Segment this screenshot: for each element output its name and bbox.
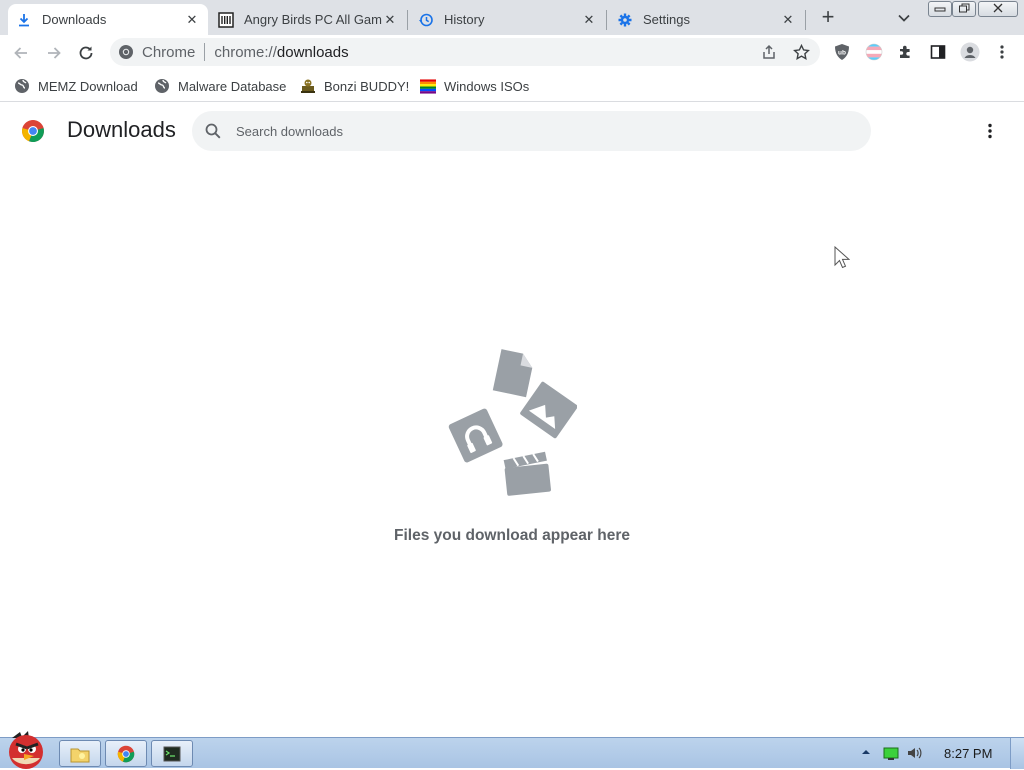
globe-icon <box>154 78 170 94</box>
close-tab-icon[interactable]: ✕ <box>184 12 200 28</box>
tab-label: Settings <box>643 12 690 27</box>
forward-button[interactable] <box>42 41 66 65</box>
chrome-icon <box>117 745 135 762</box>
download-icon <box>16 12 32 28</box>
search-downloads-box[interactable] <box>192 111 871 151</box>
site-chip[interactable]: Chrome <box>110 44 195 61</box>
history-icon <box>418 12 434 28</box>
new-tab-button[interactable]: + <box>816 6 840 30</box>
tab-separator <box>805 10 806 30</box>
bookmark-malware-database[interactable]: Malware Database <box>154 76 286 96</box>
network-icon[interactable] <box>883 745 899 761</box>
tab-separator <box>606 10 607 30</box>
restore-button[interactable] <box>952 1 976 17</box>
site-label: Chrome <box>142 43 196 61</box>
bookmark-windows-isos[interactable]: Windows ISOs <box>420 76 529 96</box>
tab-label: History <box>444 12 485 27</box>
audio-file-icon <box>448 408 503 463</box>
address-bar[interactable]: Chrome chrome://downloads <box>110 38 820 66</box>
taskbar-clock[interactable]: 8:27 PM <box>944 746 992 761</box>
taskbar-chrome-button[interactable] <box>105 740 147 767</box>
bookmark-label: MEMZ Download <box>38 78 138 94</box>
search-icon <box>205 123 221 139</box>
taskbar-explorer-button[interactable] <box>59 740 101 767</box>
bookmark-bonzi-buddy[interactable]: Bonzi BUDDY! <box>300 76 409 96</box>
archive-icon <box>218 11 234 28</box>
folder-icon <box>70 748 90 762</box>
browser-toolbar: Chrome chrome://downloads ub <box>0 35 1024 70</box>
forward-arrow-icon <box>48 47 61 59</box>
omnibox-divider <box>204 43 206 61</box>
document-icon <box>492 349 533 398</box>
menu-kebab-icon[interactable] <box>992 42 1012 62</box>
chrome-icon <box>119 45 133 59</box>
settings-gear-icon <box>617 12 633 28</box>
empty-state-message: Files you download appear here <box>394 527 630 544</box>
taskbar: 8:27 PM <box>0 731 1024 769</box>
image-file-icon <box>520 381 577 439</box>
tab-separator <box>407 10 408 30</box>
taskbar-terminal-button[interactable] <box>151 740 193 767</box>
url-text[interactable]: chrome://downloads <box>214 44 348 61</box>
close-tab-icon[interactable]: ✕ <box>780 12 796 28</box>
bookmark-label: Malware Database <box>178 78 287 94</box>
tab-strip: Downloads ✕ Angry Birds PC All Gam ✕ His… <box>0 0 1024 35</box>
mouse-pointer-icon <box>834 246 850 269</box>
close-window-button[interactable] <box>978 1 1018 17</box>
tab-downloads[interactable]: Downloads ✕ <box>8 4 208 35</box>
tab-label: Angry Birds PC All Gam <box>244 12 382 27</box>
bookmark-memz-download[interactable]: MEMZ Download <box>14 76 138 96</box>
tab-angry-birds[interactable]: Angry Birds PC All Gam ✕ <box>210 4 406 35</box>
bookmark-label: Bonzi BUDDY! <box>324 78 410 94</box>
reload-icon <box>79 46 93 60</box>
show-hidden-icons-arrow-icon[interactable] <box>861 747 871 757</box>
tab-label: Downloads <box>42 12 107 27</box>
more-actions-icon[interactable] <box>978 119 1002 143</box>
tab-history[interactable]: History ✕ <box>410 4 605 35</box>
back-arrow-icon <box>14 47 27 59</box>
globe-icon <box>14 78 30 94</box>
reload-button[interactable] <box>74 41 98 65</box>
bonzi-icon <box>300 78 316 94</box>
show-desktop-button[interactable] <box>1010 738 1024 769</box>
bookmark-star-icon[interactable] <box>792 43 810 61</box>
trans-flag-extension-icon[interactable] <box>864 42 884 62</box>
page-title: Downloads <box>67 117 176 142</box>
close-tab-icon[interactable]: ✕ <box>581 12 597 28</box>
close-tab-icon[interactable]: ✕ <box>382 12 398 28</box>
side-panel-icon[interactable] <box>928 42 948 62</box>
search-downloads-input[interactable] <box>236 111 856 151</box>
bookmark-label: Windows ISOs <box>444 78 530 94</box>
tab-settings[interactable]: Settings ✕ <box>609 4 804 35</box>
profile-avatar-icon[interactable] <box>960 42 980 62</box>
terminal-icon <box>163 746 181 761</box>
downloads-page: Downloads Files you download appear here <box>0 103 1024 737</box>
bookmarks-bar: MEMZ Download Malware Database Bonzi BUD… <box>0 70 1024 102</box>
empty-downloads-illustration <box>448 349 577 496</box>
rainbow-flag-icon <box>420 78 436 94</box>
volume-speaker-icon[interactable] <box>906 745 922 761</box>
extensions-puzzle-icon[interactable] <box>896 42 916 62</box>
start-button-angry-bird-icon[interactable] <box>2 728 50 770</box>
video-clapper-icon <box>503 451 551 496</box>
share-icon[interactable] <box>760 43 778 61</box>
minimize-button[interactable] <box>928 1 952 17</box>
tab-search-chevron-icon[interactable] <box>894 8 914 28</box>
back-button[interactable] <box>9 41 33 65</box>
chrome-logo-icon <box>22 120 44 143</box>
svg-text:ub: ub <box>838 50 846 57</box>
ublock-origin-icon[interactable]: ub <box>832 42 852 62</box>
